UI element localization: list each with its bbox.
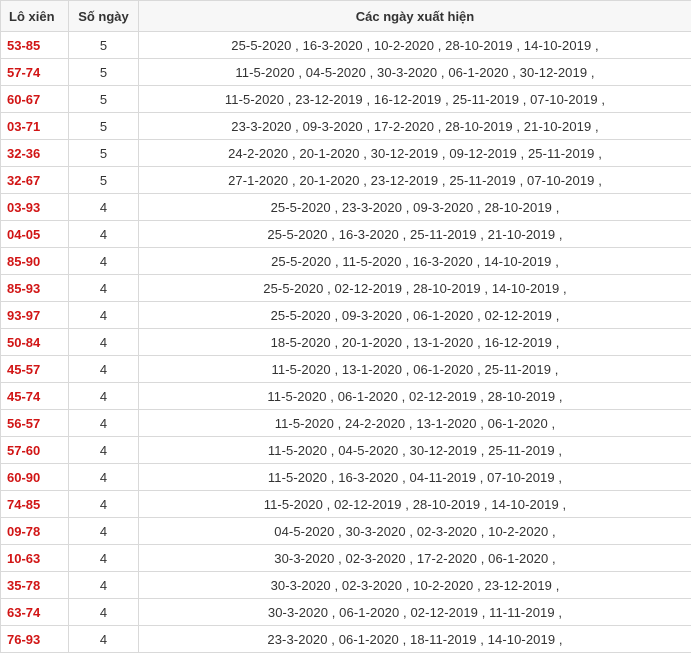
day-count-cell: 4 (69, 275, 139, 302)
table-row: 60-90411-5-2020 , 16-3-2020 , 04-11-2019… (1, 464, 691, 491)
day-count-cell: 4 (69, 329, 139, 356)
day-count-cell: 4 (69, 383, 139, 410)
day-count-cell: 5 (69, 140, 139, 167)
table-row: 74-85411-5-2020 , 02-12-2019 , 28-10-201… (1, 491, 691, 518)
table-row: 32-67527-1-2020 , 20-1-2020 , 23-12-2019… (1, 167, 691, 194)
day-count-cell: 4 (69, 626, 139, 653)
day-count-cell: 4 (69, 194, 139, 221)
table-row: 03-93425-5-2020 , 23-3-2020 , 09-3-2020 … (1, 194, 691, 221)
pair-cell: 45-57 (1, 356, 69, 383)
day-count-cell: 4 (69, 356, 139, 383)
table-row: 63-74430-3-2020 , 06-1-2020 , 02-12-2019… (1, 599, 691, 626)
pair-cell: 57-60 (1, 437, 69, 464)
day-count-cell: 5 (69, 113, 139, 140)
pair-cell: 04-05 (1, 221, 69, 248)
table-row: 93-97425-5-2020 , 09-3-2020 , 06-1-2020 … (1, 302, 691, 329)
day-count-cell: 4 (69, 599, 139, 626)
table-body: 53-85525-5-2020 , 16-3-2020 , 10-2-2020 … (1, 32, 691, 653)
lottery-pairs-table: Lô xiên Số ngày Các ngày xuất hiện 53-85… (0, 0, 691, 653)
day-count-cell: 5 (69, 59, 139, 86)
dates-cell: 11-5-2020 , 04-5-2020 , 30-12-2019 , 25-… (139, 437, 691, 464)
table-header-row: Lô xiên Số ngày Các ngày xuất hiện (1, 1, 691, 32)
pair-cell: 10-63 (1, 545, 69, 572)
dates-cell: 25-5-2020 , 23-3-2020 , 09-3-2020 , 28-1… (139, 194, 691, 221)
day-count-cell: 4 (69, 221, 139, 248)
table-row: 56-57411-5-2020 , 24-2-2020 , 13-1-2020 … (1, 410, 691, 437)
pair-cell: 85-90 (1, 248, 69, 275)
table-row: 45-74411-5-2020 , 06-1-2020 , 02-12-2019… (1, 383, 691, 410)
pair-cell: 45-74 (1, 383, 69, 410)
table-row: 76-93423-3-2020 , 06-1-2020 , 18-11-2019… (1, 626, 691, 653)
day-count-cell: 4 (69, 545, 139, 572)
dates-cell: 11-5-2020 , 06-1-2020 , 02-12-2019 , 28-… (139, 383, 691, 410)
pair-cell: 03-71 (1, 113, 69, 140)
day-count-cell: 4 (69, 410, 139, 437)
pair-cell: 76-93 (1, 626, 69, 653)
day-count-cell: 5 (69, 167, 139, 194)
day-count-cell: 5 (69, 32, 139, 59)
dates-cell: 25-5-2020 , 02-12-2019 , 28-10-2019 , 14… (139, 275, 691, 302)
table-row: 35-78430-3-2020 , 02-3-2020 , 10-2-2020 … (1, 572, 691, 599)
pair-cell: 57-74 (1, 59, 69, 86)
day-count-cell: 4 (69, 302, 139, 329)
table-row: 45-57411-5-2020 , 13-1-2020 , 06-1-2020 … (1, 356, 691, 383)
dates-cell: 11-5-2020 , 02-12-2019 , 28-10-2019 , 14… (139, 491, 691, 518)
day-count-cell: 4 (69, 248, 139, 275)
pair-cell: 35-78 (1, 572, 69, 599)
dates-cell: 23-3-2020 , 06-1-2020 , 18-11-2019 , 14-… (139, 626, 691, 653)
dates-cell: 24-2-2020 , 20-1-2020 , 30-12-2019 , 09-… (139, 140, 691, 167)
pair-cell: 32-36 (1, 140, 69, 167)
pair-cell: 53-85 (1, 32, 69, 59)
column-header-days: Số ngày (69, 1, 139, 32)
table-row: 85-90425-5-2020 , 11-5-2020 , 16-3-2020 … (1, 248, 691, 275)
dates-cell: 04-5-2020 , 30-3-2020 , 02-3-2020 , 10-2… (139, 518, 691, 545)
day-count-cell: 4 (69, 491, 139, 518)
table-row: 53-85525-5-2020 , 16-3-2020 , 10-2-2020 … (1, 32, 691, 59)
dates-cell: 25-5-2020 , 16-3-2020 , 25-11-2019 , 21-… (139, 221, 691, 248)
dates-cell: 11-5-2020 , 16-3-2020 , 04-11-2019 , 07-… (139, 464, 691, 491)
dates-cell: 11-5-2020 , 04-5-2020 , 30-3-2020 , 06-1… (139, 59, 691, 86)
column-header-dates: Các ngày xuất hiện (139, 1, 691, 32)
pair-cell: 32-67 (1, 167, 69, 194)
table-row: 60-67511-5-2020 , 23-12-2019 , 16-12-201… (1, 86, 691, 113)
table-row: 57-74511-5-2020 , 04-5-2020 , 30-3-2020 … (1, 59, 691, 86)
table-row: 85-93425-5-2020 , 02-12-2019 , 28-10-201… (1, 275, 691, 302)
day-count-cell: 4 (69, 464, 139, 491)
dates-cell: 25-5-2020 , 11-5-2020 , 16-3-2020 , 14-1… (139, 248, 691, 275)
table-row: 10-63430-3-2020 , 02-3-2020 , 17-2-2020 … (1, 545, 691, 572)
day-count-cell: 4 (69, 518, 139, 545)
table-row: 32-36524-2-2020 , 20-1-2020 , 30-12-2019… (1, 140, 691, 167)
dates-cell: 25-5-2020 , 16-3-2020 , 10-2-2020 , 28-1… (139, 32, 691, 59)
dates-cell: 11-5-2020 , 24-2-2020 , 13-1-2020 , 06-1… (139, 410, 691, 437)
pair-cell: 50-84 (1, 329, 69, 356)
dates-cell: 18-5-2020 , 20-1-2020 , 13-1-2020 , 16-1… (139, 329, 691, 356)
pair-cell: 63-74 (1, 599, 69, 626)
pair-cell: 60-90 (1, 464, 69, 491)
dates-cell: 25-5-2020 , 09-3-2020 , 06-1-2020 , 02-1… (139, 302, 691, 329)
dates-cell: 11-5-2020 , 23-12-2019 , 16-12-2019 , 25… (139, 86, 691, 113)
pair-cell: 56-57 (1, 410, 69, 437)
table-row: 57-60411-5-2020 , 04-5-2020 , 30-12-2019… (1, 437, 691, 464)
pair-cell: 74-85 (1, 491, 69, 518)
column-header-pair: Lô xiên (1, 1, 69, 32)
pair-cell: 09-78 (1, 518, 69, 545)
pair-cell: 93-97 (1, 302, 69, 329)
dates-cell: 11-5-2020 , 13-1-2020 , 06-1-2020 , 25-1… (139, 356, 691, 383)
dates-cell: 30-3-2020 , 06-1-2020 , 02-12-2019 , 11-… (139, 599, 691, 626)
pair-cell: 60-67 (1, 86, 69, 113)
day-count-cell: 4 (69, 572, 139, 599)
dates-cell: 30-3-2020 , 02-3-2020 , 10-2-2020 , 23-1… (139, 572, 691, 599)
day-count-cell: 4 (69, 437, 139, 464)
table-row: 09-78404-5-2020 , 30-3-2020 , 02-3-2020 … (1, 518, 691, 545)
pair-cell: 85-93 (1, 275, 69, 302)
table-row: 04-05425-5-2020 , 16-3-2020 , 25-11-2019… (1, 221, 691, 248)
dates-cell: 30-3-2020 , 02-3-2020 , 17-2-2020 , 06-1… (139, 545, 691, 572)
dates-cell: 27-1-2020 , 20-1-2020 , 23-12-2019 , 25-… (139, 167, 691, 194)
table-row: 03-71523-3-2020 , 09-3-2020 , 17-2-2020 … (1, 113, 691, 140)
dates-cell: 23-3-2020 , 09-3-2020 , 17-2-2020 , 28-1… (139, 113, 691, 140)
table-row: 50-84418-5-2020 , 20-1-2020 , 13-1-2020 … (1, 329, 691, 356)
pair-cell: 03-93 (1, 194, 69, 221)
day-count-cell: 5 (69, 86, 139, 113)
